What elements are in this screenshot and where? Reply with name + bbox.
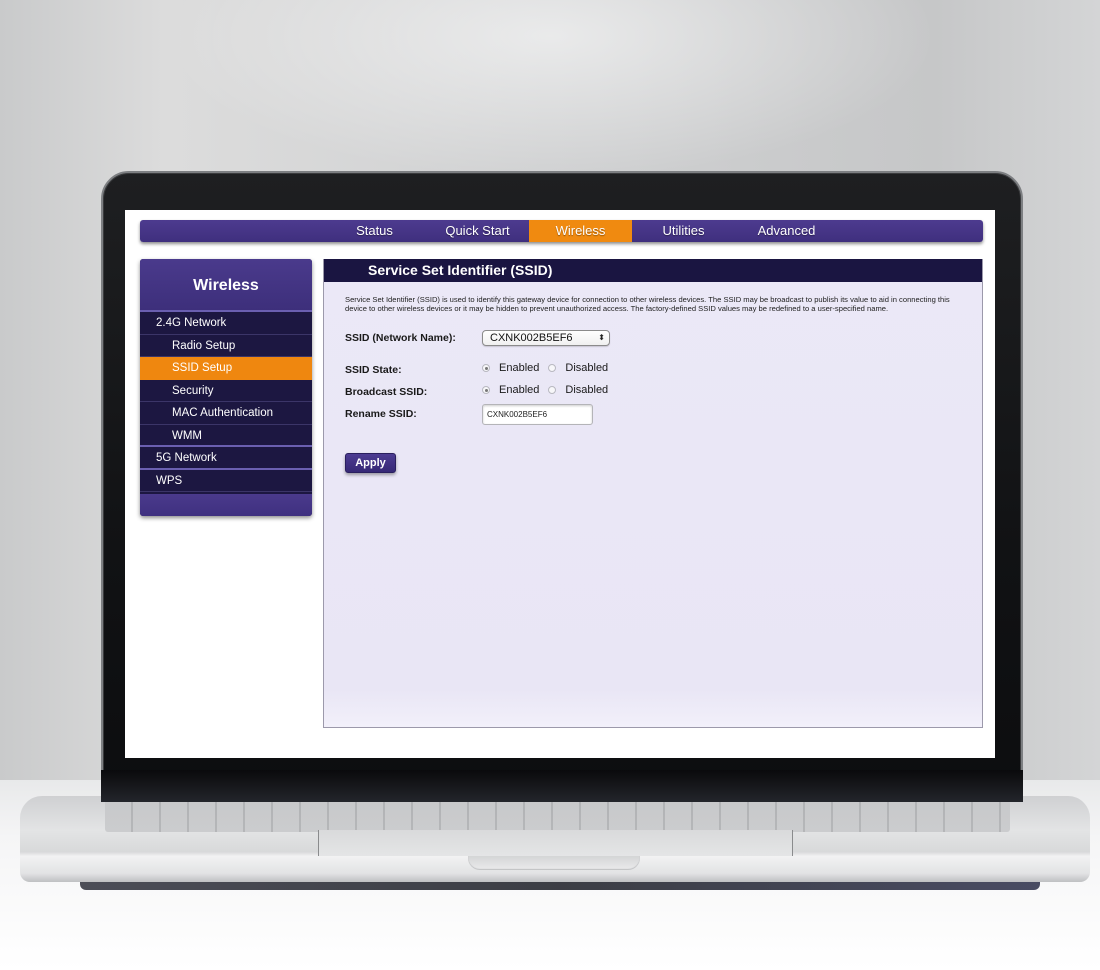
top-navigation: Status Quick Start Wireless Utilities Ad… bbox=[140, 220, 983, 242]
ssid-state-label: SSID State: bbox=[345, 364, 402, 376]
page-description: Service Set Identifier (SSID) is used to… bbox=[345, 295, 950, 313]
sidebar-item-2-4g-network[interactable]: 2.4G Network bbox=[140, 312, 312, 335]
broadcast-ssid-radio-group: Enabled Disabled bbox=[482, 384, 617, 396]
nav-tab-advanced[interactable]: Advanced bbox=[735, 220, 838, 242]
sidebar-item-5g-network[interactable]: 5G Network bbox=[140, 447, 312, 470]
rename-ssid-label: Rename SSID: bbox=[345, 408, 417, 420]
sidebar-item-security[interactable]: Security bbox=[140, 380, 312, 402]
laptop-lid-bezel-bottom bbox=[101, 770, 1023, 802]
ssid-state-enabled-radio[interactable] bbox=[482, 364, 490, 372]
laptop-trackpad bbox=[318, 830, 793, 856]
broadcast-ssid-disabled-radio[interactable] bbox=[548, 386, 557, 394]
ssid-network-name-select[interactable]: CXNK002B5EF6 ⬍ bbox=[482, 330, 610, 346]
broadcast-ssid-disabled-label[interactable]: Disabled bbox=[565, 384, 608, 396]
background-light bbox=[160, 0, 940, 180]
ssid-state-disabled-radio[interactable] bbox=[548, 364, 557, 372]
ssid-selected-value: CXNK002B5EF6 bbox=[490, 332, 573, 344]
sidebar: Wireless 2.4G Network Radio Setup SSID S… bbox=[140, 259, 312, 516]
page-title: Service Set Identifier (SSID) bbox=[324, 259, 982, 282]
sidebar-footer bbox=[140, 494, 312, 516]
ssid-network-name-label: SSID (Network Name): bbox=[345, 332, 456, 344]
nav-tab-quick-start[interactable]: Quick Start bbox=[426, 220, 529, 242]
sidebar-item-wps[interactable]: WPS bbox=[140, 470, 312, 492]
nav-tab-status[interactable]: Status bbox=[323, 220, 426, 242]
laptop-base-shadow bbox=[80, 882, 1040, 890]
broadcast-ssid-enabled-radio[interactable] bbox=[482, 386, 490, 394]
up-down-arrows-icon: ⬍ bbox=[598, 333, 605, 342]
ssid-state-enabled-label[interactable]: Enabled bbox=[499, 362, 539, 374]
ssid-state-disabled-label[interactable]: Disabled bbox=[565, 362, 608, 374]
broadcast-ssid-enabled-label[interactable]: Enabled bbox=[499, 384, 539, 396]
laptop-lid-notch bbox=[468, 856, 640, 870]
apply-button[interactable]: Apply bbox=[345, 453, 396, 473]
nav-tab-utilities[interactable]: Utilities bbox=[632, 220, 735, 242]
sidebar-item-ssid-setup[interactable]: SSID Setup bbox=[140, 357, 312, 380]
nav-tab-wireless[interactable]: Wireless bbox=[529, 220, 632, 242]
sidebar-item-mac-authentication[interactable]: MAC Authentication bbox=[140, 402, 312, 425]
rename-ssid-input[interactable] bbox=[482, 404, 593, 425]
sidebar-title: Wireless bbox=[140, 259, 312, 312]
sidebar-item-radio-setup[interactable]: Radio Setup bbox=[140, 335, 312, 357]
sidebar-item-wmm[interactable]: WMM bbox=[140, 425, 312, 447]
broadcast-ssid-label: Broadcast SSID: bbox=[345, 386, 428, 398]
ssid-state-radio-group: Enabled Disabled bbox=[482, 362, 617, 374]
main-panel: Service Set Identifier (SSID) Service Se… bbox=[323, 259, 983, 728]
laptop-screen: Status Quick Start Wireless Utilities Ad… bbox=[125, 210, 995, 758]
laptop-keyboard bbox=[105, 800, 1010, 832]
